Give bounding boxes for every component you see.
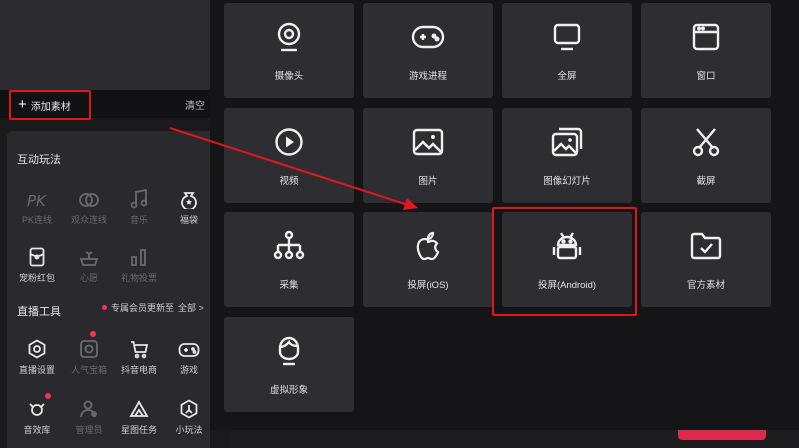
- tools-panel: 互动玩法 PK PK连线 观众连线 音乐 福袋 宠粉红包 心愿 礼物投票 直播工…: [7, 131, 210, 448]
- tool-red-packet[interactable]: 宠粉红包: [12, 239, 62, 284]
- star-task-icon: [114, 391, 164, 419]
- cart-icon: [114, 331, 164, 359]
- material-video[interactable]: 视频: [224, 108, 354, 203]
- admin-icon: [64, 391, 114, 419]
- tool-gift-vote[interactable]: 礼物投票: [114, 239, 164, 284]
- plus-icon: +: [18, 96, 27, 113]
- treasure-box-badge: [90, 331, 96, 337]
- svg-text:PK: PK: [27, 192, 47, 209]
- tool-douyin-shop[interactable]: 抖音电商: [114, 331, 164, 376]
- material-window[interactable]: 窗口: [641, 3, 771, 98]
- interactive-section-title: 互动玩法: [17, 154, 61, 166]
- game-icon: [164, 331, 214, 359]
- tool-game[interactable]: 游戏: [164, 331, 214, 376]
- tool-live-settings[interactable]: 直播设置: [12, 331, 62, 376]
- material-capture[interactable]: 采集: [224, 212, 354, 307]
- gift-vote-icon: [114, 239, 164, 267]
- material-cast-android[interactable]: 投屏(Android): [502, 212, 632, 307]
- tool-admin[interactable]: 管理员: [64, 391, 114, 436]
- window-icon: [692, 20, 720, 54]
- material-virtual-avatar[interactable]: 虚拟形象: [224, 317, 354, 412]
- tool-sound-effects[interactable]: 音效库: [12, 391, 62, 436]
- tool-treasure-box[interactable]: 人气宝箱: [64, 331, 114, 376]
- add-material-button[interactable]: + 添加素材: [9, 90, 91, 120]
- folder-check-icon: [690, 229, 722, 263]
- apple-icon: [414, 229, 442, 263]
- music-icon: [114, 181, 164, 209]
- top-left-panel: [0, 0, 210, 90]
- material-camera[interactable]: 摄像头: [224, 3, 354, 98]
- clear-button[interactable]: 清空: [185, 97, 205, 112]
- material-fullscreen[interactable]: 全屏: [502, 3, 632, 98]
- promo-dot: [102, 305, 107, 310]
- capture-icon: [273, 229, 305, 263]
- material-image[interactable]: 图片: [363, 108, 493, 203]
- tool-audience-link[interactable]: 观众连线: [64, 181, 114, 226]
- avatar-icon: [275, 334, 303, 368]
- play-icon: [274, 125, 304, 159]
- live-settings-icon: [12, 331, 62, 359]
- add-material-label: 添加素材: [30, 101, 71, 113]
- scissors-icon: [692, 125, 720, 159]
- image-icon: [412, 125, 444, 159]
- promo-text: 专属会员更新至: [111, 303, 175, 313]
- pk-icon: PK: [12, 181, 62, 209]
- material-game-process[interactable]: 游戏进程: [363, 3, 493, 98]
- material-official[interactable]: 官方素材: [641, 212, 771, 307]
- treasure-box-icon: [64, 331, 114, 359]
- audience-link-icon: [64, 181, 114, 209]
- material-slideshow[interactable]: 图像幻灯片: [502, 108, 632, 203]
- wish-icon: [64, 239, 114, 267]
- tool-pk[interactable]: PK PK连线: [12, 181, 62, 226]
- all-tools-link[interactable]: 全部 >: [178, 301, 204, 314]
- android-icon: [552, 229, 582, 263]
- start-live-button-edge[interactable]: [678, 430, 766, 440]
- material-cast-ios[interactable]: 投屏(iOS): [363, 212, 493, 307]
- monitor-icon: [552, 20, 582, 54]
- live-tools-section-title: 直播工具: [17, 306, 61, 318]
- red-packet-icon: [12, 239, 62, 267]
- tool-lucky-bag[interactable]: 福袋: [164, 181, 214, 226]
- lucky-bag-icon: [164, 181, 214, 209]
- sound-effect-icon: [12, 391, 62, 419]
- tool-mini-game[interactable]: 小玩法: [164, 391, 214, 436]
- gamepad-icon: [411, 20, 445, 54]
- mini-game-icon: [164, 391, 214, 419]
- camera-icon: [275, 20, 303, 54]
- tool-wish[interactable]: 心愿: [64, 239, 114, 284]
- material-screenshot[interactable]: 截屏: [641, 108, 771, 203]
- tool-star-task[interactable]: 星图任务: [114, 391, 164, 436]
- sound-effect-badge: [45, 393, 51, 399]
- tool-music[interactable]: 音乐: [114, 181, 164, 226]
- slideshow-icon: [551, 125, 583, 159]
- add-material-popup: 摄像头 游戏进程 全屏 窗口 视频 图片 图像幻灯片 截屏 采集 投屏(iOS)…: [210, 0, 799, 430]
- member-promo[interactable]: 专属会员更新至 全部 >: [102, 301, 204, 314]
